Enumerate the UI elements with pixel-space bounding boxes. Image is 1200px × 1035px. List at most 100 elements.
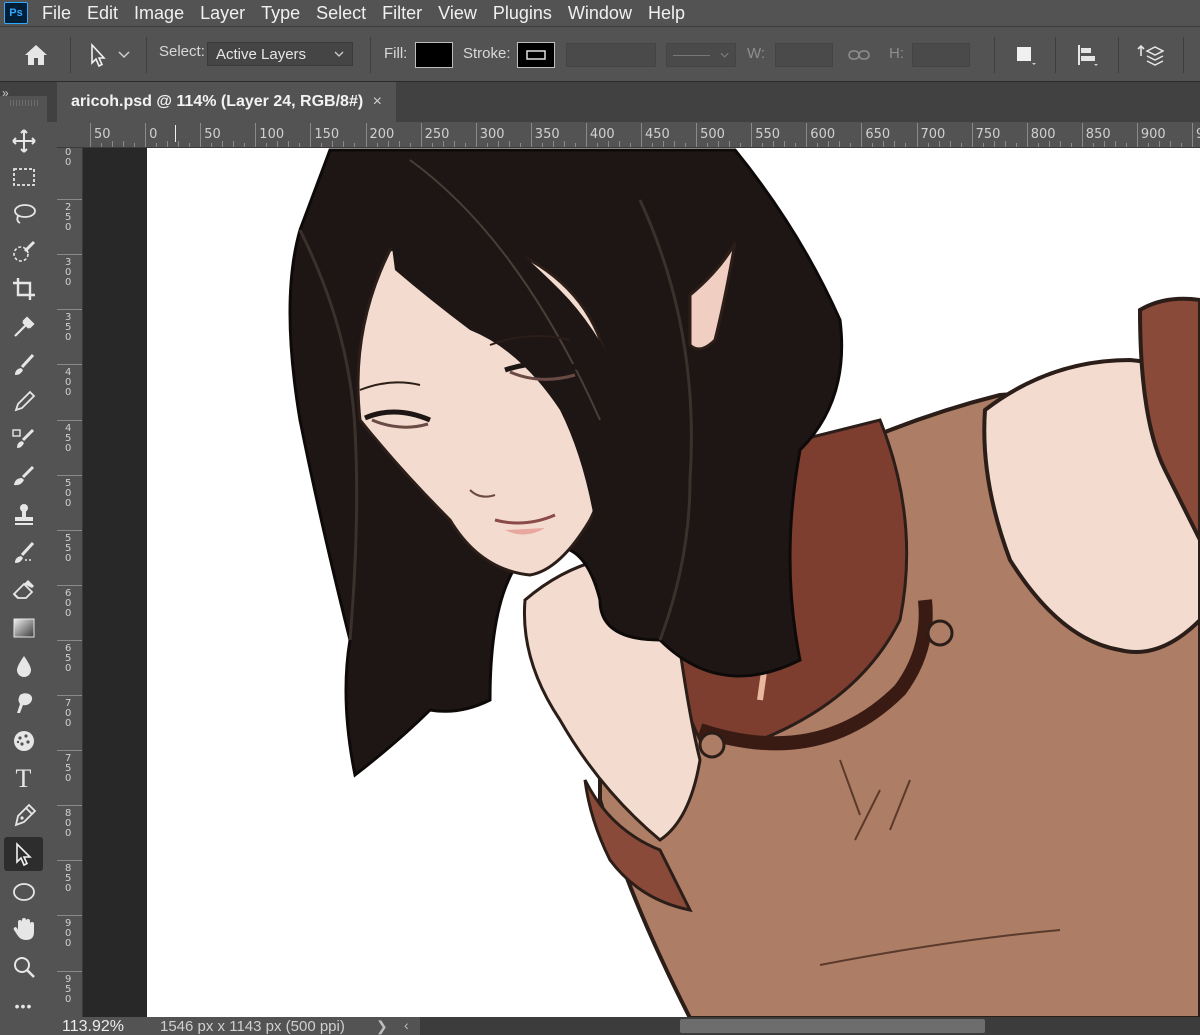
menu-edit[interactable]: Edit — [87, 3, 118, 24]
zoom-tool[interactable] — [4, 950, 43, 984]
home-button[interactable] — [20, 41, 52, 69]
ruler-minor-tick — [101, 143, 103, 147]
ruler-minor-tick — [354, 143, 356, 147]
smudge-tool[interactable] — [4, 686, 43, 720]
rect-marquee-icon — [12, 168, 35, 186]
ruler-minor-tick — [112, 141, 114, 147]
canvas-area[interactable] — [83, 148, 1200, 1018]
ruler-label: 400 — [65, 367, 72, 399]
horizontal-ruler[interactable]: 50 0 50 100 150 200 250 300 350 400 450 500 550 600 65… — [57, 122, 1200, 148]
height-field[interactable] — [912, 43, 970, 67]
crop-tool[interactable] — [4, 272, 43, 306]
menu-window[interactable]: Window — [568, 3, 632, 24]
ruler-minor-tick — [784, 141, 786, 147]
path-alignment-button[interactable] — [1072, 41, 1102, 69]
ruler-tick — [255, 123, 257, 147]
ruler-tick — [420, 123, 422, 147]
tool-preset-picker[interactable] — [84, 41, 134, 69]
blur-tool[interactable] — [4, 649, 43, 683]
path-arrangement-button[interactable] — [1134, 41, 1166, 69]
ruler-minor-tick — [762, 143, 764, 147]
ruler-tick — [1081, 123, 1083, 147]
stroke-swatch[interactable] — [517, 42, 555, 68]
document-tab[interactable]: aricoh.psd @ 114% (Layer 24, RGB/8#) × — [57, 82, 396, 122]
brush-tool[interactable] — [4, 348, 43, 382]
ruler-minor-tick — [839, 141, 841, 147]
ruler-tick — [57, 199, 82, 201]
link-icon — [848, 50, 870, 60]
path-select-tool[interactable] — [4, 837, 43, 871]
menu-image[interactable]: Image — [134, 3, 184, 24]
quick-select-tool[interactable] — [4, 235, 43, 269]
close-tab-button[interactable]: × — [373, 93, 382, 111]
eraser-tool[interactable] — [4, 573, 43, 607]
menu-layer[interactable]: Layer — [200, 3, 245, 24]
eyedropper-tool[interactable] — [4, 310, 43, 344]
sponge-tool[interactable] — [4, 724, 43, 758]
ruler-minor-tick — [552, 141, 554, 147]
scrollbar-thumb[interactable] — [680, 1019, 985, 1033]
ruler-minor-tick — [596, 143, 598, 147]
type-tool[interactable]: T — [4, 762, 43, 796]
hand-tool[interactable] — [4, 912, 43, 946]
vertical-ruler[interactable]: 00 250 300 350 400 450 500 550 600 650 700 750 800 85… — [57, 148, 83, 1018]
clone-tool[interactable] — [4, 423, 43, 457]
link-dimensions-button[interactable] — [848, 45, 870, 65]
stamp-tool[interactable] — [4, 498, 43, 532]
ruler-minor-tick — [431, 143, 433, 147]
ruler-minor-tick — [982, 143, 984, 147]
ruler-tick — [971, 123, 973, 147]
history-brush-tool[interactable] — [4, 460, 43, 494]
move-tool[interactable] — [4, 124, 43, 158]
menu-select[interactable]: Select — [316, 3, 366, 24]
ruler-minor-tick — [894, 141, 896, 147]
ruler-minor-tick — [949, 141, 951, 147]
scroll-left-arrow[interactable]: ‹ — [404, 1017, 409, 1033]
toolbar-grip[interactable] — [10, 100, 38, 106]
ruler-tick — [57, 695, 82, 696]
select-layers-value: Active Layers — [216, 45, 307, 63]
document-canvas[interactable] — [147, 148, 1200, 1018]
ruler-minor-tick — [674, 141, 676, 147]
stroke-width-field[interactable] — [566, 43, 656, 67]
ruler-tick — [57, 364, 82, 366]
width-field[interactable] — [775, 43, 833, 67]
ruler-minor-tick — [1125, 143, 1127, 147]
ruler-minor-tick — [343, 141, 345, 147]
ruler-minor-tick — [167, 141, 169, 147]
path-operations-button[interactable] — [1010, 41, 1040, 69]
gradient-icon — [13, 618, 34, 638]
horizontal-scrollbar[interactable]: ‹ — [404, 1017, 1200, 1035]
ruler-label: 650 — [65, 642, 72, 674]
ruler-minor-tick — [387, 141, 389, 147]
ruler-minor-tick — [927, 143, 929, 147]
cursor-position-marker — [175, 125, 176, 142]
ruler-label: 750 — [975, 127, 1001, 142]
brush-icon — [14, 353, 34, 375]
menu-help[interactable]: Help — [648, 3, 685, 24]
select-layers-dropdown[interactable]: Active Layers — [207, 42, 353, 66]
lasso-tool[interactable] — [4, 197, 43, 231]
menu-type[interactable]: Type — [261, 3, 300, 24]
ruler-label: 350 — [534, 127, 560, 142]
ruler-minor-tick — [773, 141, 775, 147]
stroke-type-dropdown[interactable] — [666, 43, 736, 67]
ruler-minor-tick — [541, 143, 543, 147]
ruler-minor-tick — [1070, 143, 1072, 147]
menu-view[interactable]: View — [438, 3, 477, 24]
pen-tool[interactable] — [4, 799, 43, 833]
mixer-brush-tool[interactable] — [4, 536, 43, 570]
menu-file[interactable]: File — [42, 3, 71, 24]
ellipse-tool[interactable] — [4, 875, 43, 909]
gradient-tool[interactable] — [4, 611, 43, 645]
ruler-minor-tick — [508, 141, 510, 147]
marquee-tool[interactable] — [4, 160, 43, 194]
menu-plugins[interactable]: Plugins — [493, 3, 552, 24]
pencil-tool[interactable] — [4, 385, 43, 419]
status-menu-arrow[interactable]: ❯ — [376, 1018, 388, 1035]
fill-swatch[interactable] — [415, 42, 453, 68]
menu-filter[interactable]: Filter — [382, 3, 422, 24]
ruler-minor-tick — [685, 143, 687, 147]
align-icon — [1078, 45, 1098, 66]
zoom-level[interactable]: 113.92% — [62, 1018, 124, 1035]
